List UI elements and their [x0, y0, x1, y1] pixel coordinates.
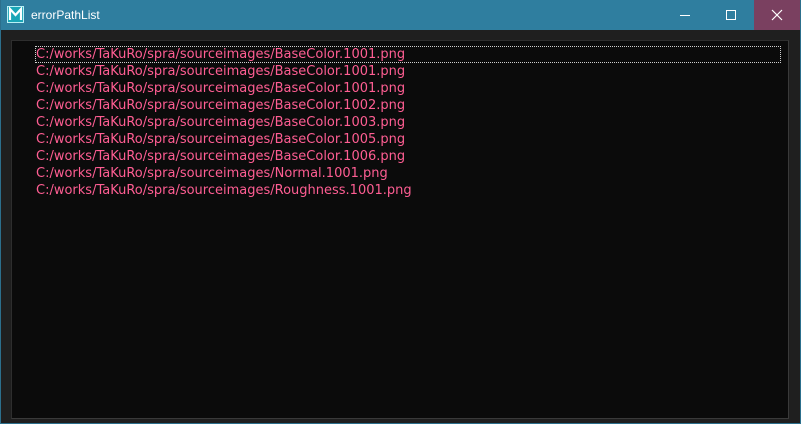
maximize-button[interactable]: [708, 0, 754, 30]
list-item[interactable]: C:/works/TaKuRo/spra/sourceimages/BaseCo…: [35, 131, 405, 148]
error-path-list[interactable]: C:/works/TaKuRo/spra/sourceimages/BaseCo…: [11, 40, 789, 419]
list-item[interactable]: C:/works/TaKuRo/spra/sourceimages/BaseCo…: [35, 114, 405, 131]
list-item[interactable]: C:/works/TaKuRo/spra/sourceimages/BaseCo…: [35, 97, 405, 114]
maximize-icon: [726, 10, 736, 20]
title-bar[interactable]: errorPathList: [1, 0, 800, 30]
close-icon: [771, 9, 783, 21]
list-item[interactable]: C:/works/TaKuRo/spra/sourceimages/BaseCo…: [35, 148, 405, 165]
list-item[interactable]: C:/works/TaKuRo/spra/sourceimages/BaseCo…: [35, 46, 781, 63]
error-path-list-window: errorPathList C:/works/TaKuRo/spra/sourc…: [0, 0, 801, 424]
list-item[interactable]: C:/works/TaKuRo/spra/sourceimages/BaseCo…: [35, 80, 405, 97]
window-title: errorPathList: [31, 8, 100, 22]
list-item[interactable]: C:/works/TaKuRo/spra/sourceimages/Roughn…: [35, 182, 412, 199]
maya-logo-icon: [7, 6, 24, 23]
minimize-icon: [680, 15, 690, 16]
close-button[interactable]: [754, 0, 800, 30]
list-item[interactable]: C:/works/TaKuRo/spra/sourceimages/BaseCo…: [35, 63, 405, 80]
minimize-button[interactable]: [662, 0, 708, 30]
window-content: C:/works/TaKuRo/spra/sourceimages/BaseCo…: [1, 30, 800, 423]
list-item[interactable]: C:/works/TaKuRo/spra/sourceimages/Normal…: [35, 165, 388, 182]
